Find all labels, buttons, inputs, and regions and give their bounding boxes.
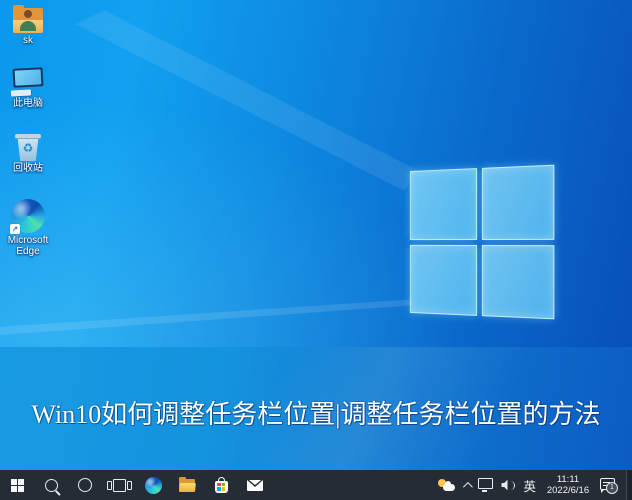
ime-label: 英 [523,479,536,494]
clock-time: 11:11 [556,474,580,485]
icon-label: Microsoft Edge [7,235,49,257]
mail-button[interactable] [238,470,272,500]
icon-label: sk [23,35,33,46]
edge-icon [144,476,162,494]
user-folder-icon [13,5,43,33]
file-explorer-button[interactable] [170,470,204,500]
caption-title: Win10如何调整任务栏位置|调整任务栏位置的方法 [31,400,601,429]
show-hidden-icons-button[interactable] [463,470,474,500]
clock-date: 2022/6/16 [546,485,590,496]
icon-label: 回收站 [13,163,43,174]
recycle-glyph: ♻ [22,141,34,155]
chevron-up-icon [463,481,474,492]
taskbar: 英 11:11 2022/6/16 1 [0,470,632,500]
desktop-wallpaper [0,0,632,347]
windows-logo-pane [409,168,477,240]
icon-label: 此电脑 [13,98,43,109]
edge-taskbar-button[interactable] [136,470,170,500]
search-icon [44,478,58,492]
desktop-icon-recycle-bin[interactable]: ♻ 回收站 [3,134,53,174]
windows-logo-pane [481,164,555,240]
weather-icon [438,479,456,491]
volume-tray-button[interactable] [501,470,516,500]
desktop-icon-edge[interactable]: ↗ Microsoft Edge [3,199,53,257]
windows-start-icon [10,478,24,492]
start-button[interactable] [0,470,34,500]
desktop-icon-this-pc[interactable]: 此电脑 [3,67,53,109]
show-desktop-button[interactable] [626,470,632,500]
taskbar-buttons [0,470,272,500]
windows-logo [409,164,555,320]
network-tray-button[interactable] [478,470,494,500]
mail-icon [247,479,263,491]
cortana-button[interactable] [68,470,102,500]
action-center-button[interactable]: 1 [600,470,618,500]
recycle-bin-icon: ♻ [15,134,41,161]
notification-badge: 1 [606,482,618,494]
windows-logo-pane [481,244,555,320]
shortcut-arrow-icon: ↗ [10,224,20,234]
clock[interactable]: 11:11 2022/6/16 [544,474,592,496]
network-icon [478,478,494,492]
task-view-button[interactable] [102,470,136,500]
edge-icon: ↗ [10,199,45,234]
volume-icon [501,479,516,491]
store-button[interactable] [204,470,238,500]
caption-band: Win10如何调整任务栏位置|调整任务栏位置的方法 [0,347,632,470]
ime-indicator[interactable]: 英 [523,470,536,500]
system-tray: 英 11:11 2022/6/16 1 [438,470,632,500]
cortana-icon [78,478,92,492]
microsoft-store-icon [214,476,228,493]
windows-logo-pane [409,244,477,316]
weather-tray-button[interactable] [438,470,456,500]
task-view-icon [106,478,132,492]
this-pc-icon [10,67,45,97]
file-explorer-icon [179,476,196,492]
desktop-icon-user-folder[interactable]: sk [3,5,53,46]
search-button[interactable] [34,470,68,500]
